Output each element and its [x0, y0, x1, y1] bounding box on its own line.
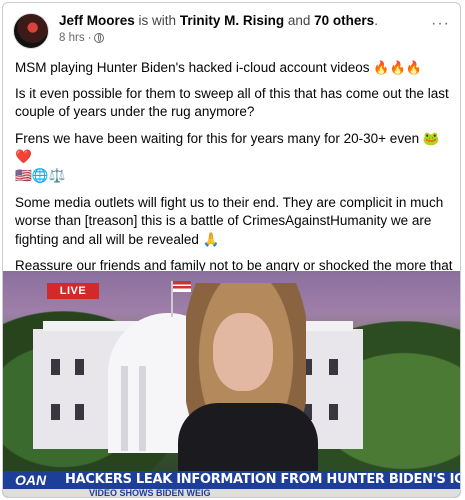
with-label: is with: [138, 13, 177, 28]
post-body: MSM playing Hunter Biden's hacked i-clou…: [15, 59, 453, 303]
news-chyron: OAN HACKERS LEAK INFORMATION FROM HUNTER…: [3, 471, 460, 498]
chyron-subbar: [3, 489, 460, 497]
window: [329, 404, 338, 420]
author-avatar[interactable]: [13, 13, 49, 49]
tagged-person[interactable]: Trinity M. Rising: [180, 13, 284, 28]
author-name[interactable]: Jeff Moores: [59, 13, 135, 28]
chyron-headline: HACKERS LEAK INFORMATION FROM HUNTER BID…: [65, 472, 460, 487]
meta-separator: ·: [87, 32, 92, 44]
window: [51, 359, 60, 375]
fire-emoji-icon: 🔥🔥🔥: [373, 60, 422, 75]
paragraph-4-text: Some media outlets will fight us to thei…: [15, 194, 444, 247]
pray-emoji-icon: 🙏: [202, 231, 220, 247]
paragraph-3-text: Frens we have been waiting for this for …: [15, 130, 420, 146]
paragraph-2: Is it even possible for them to sweep al…: [15, 85, 449, 120]
column: [121, 366, 128, 451]
and-label: and: [287, 13, 311, 28]
paragraph-4: Some media outlets will fight us to thei…: [15, 194, 453, 250]
news-anchor: [168, 283, 328, 497]
others-link[interactable]: 70 others: [314, 13, 374, 28]
paragraph-1: MSM playing Hunter Biden's hacked i-clou…: [15, 59, 453, 78]
globe-icon: [94, 33, 105, 43]
live-badge: LIVE: [47, 283, 99, 299]
post-time[interactable]: 8 hrs: [59, 32, 85, 44]
window: [75, 404, 84, 420]
period-label: .: [374, 13, 378, 28]
chyron-subheadline: VIDEO SHOWS BIDEN WEIG: [89, 488, 211, 498]
author-line: Jeff Moores is with Trinity M. Rising an…: [59, 13, 378, 28]
anchor-face: [213, 313, 273, 391]
paragraph-3: Frens we have been waiting for this for …: [15, 130, 453, 186]
post-card: Jeff Moores is with Trinity M. Rising an…: [2, 2, 461, 498]
post-header: Jeff Moores is with Trinity M. Rising an…: [11, 11, 452, 51]
window: [329, 359, 338, 375]
column: [139, 366, 146, 451]
more-options-icon[interactable]: ···: [431, 16, 450, 32]
post-meta: 8 hrs ·: [59, 32, 105, 44]
window: [51, 404, 60, 420]
video-player[interactable]: LIVE OAN HACKERS LEAK INFORMATION FROM H…: [3, 271, 460, 498]
flag-globe-scale-emoji-icon: 🇺🇸🌐⚖️: [15, 167, 66, 183]
paragraph-1-text: MSM playing Hunter Biden's hacked i-clou…: [15, 60, 370, 75]
window: [75, 359, 84, 375]
oan-logo: OAN: [15, 472, 47, 488]
